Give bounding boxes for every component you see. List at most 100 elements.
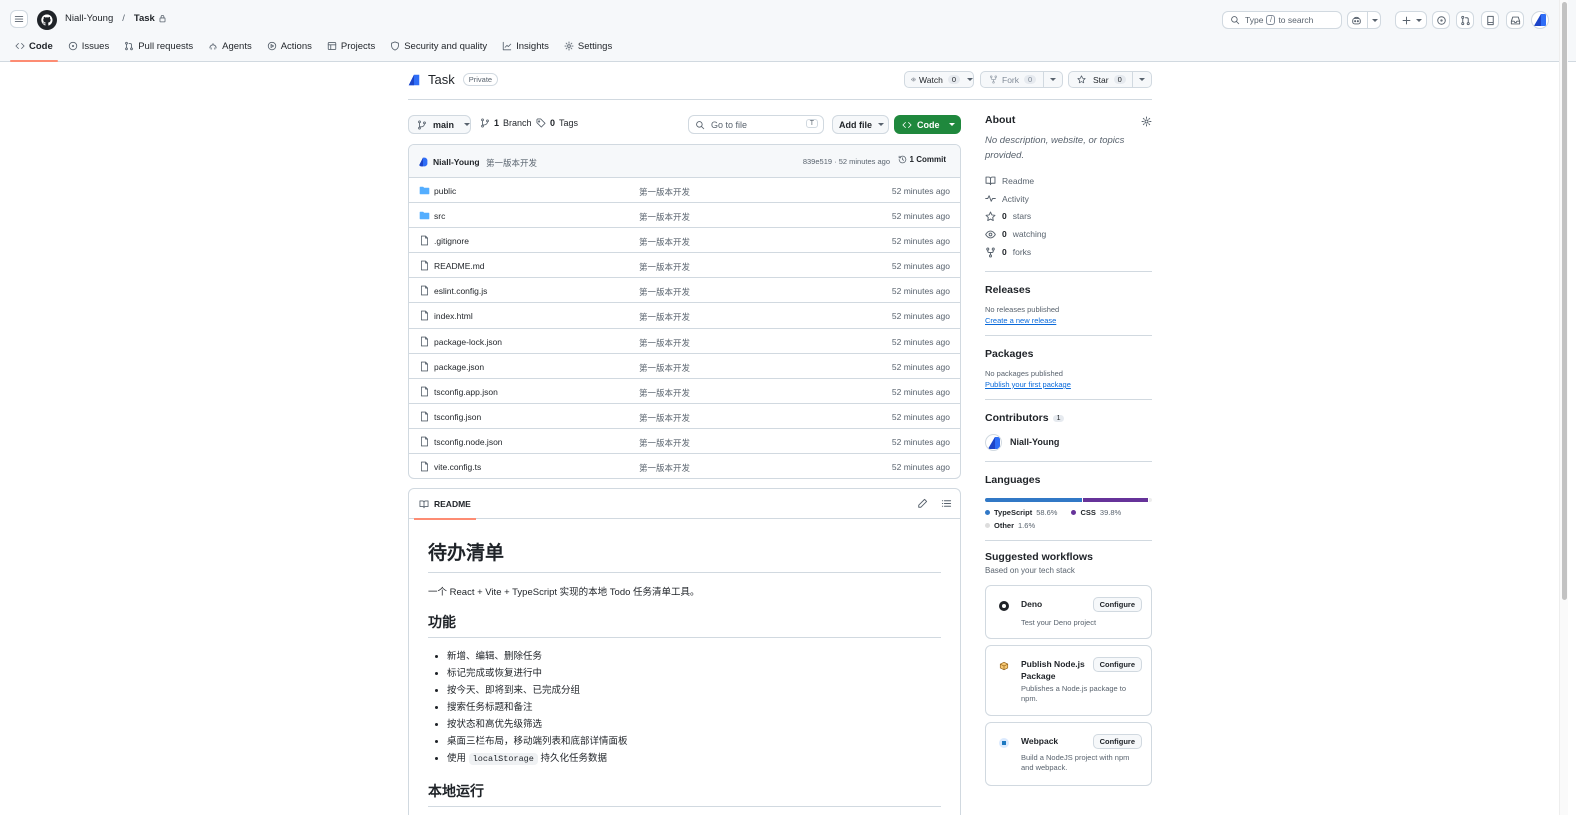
repositories-button[interactable]	[1481, 11, 1499, 29]
file-commit-message[interactable]: 第一版本开发	[639, 261, 690, 273]
file-commit-message[interactable]: 第一版本开发	[639, 362, 690, 374]
tab-insights[interactable]: Insights	[497, 38, 554, 62]
stars-link[interactable]: 0 stars	[985, 208, 1152, 226]
packages-heading[interactable]: Packages	[985, 348, 1152, 360]
github-logo-icon[interactable]	[37, 10, 57, 30]
tab-projects[interactable]: Projects	[322, 38, 380, 62]
user-avatar[interactable]	[1531, 11, 1549, 29]
file-commit-message[interactable]: 第一版本开发	[639, 236, 690, 248]
file-name[interactable]: vite.config.ts	[434, 462, 481, 472]
commit-author-avatar[interactable]	[418, 157, 428, 167]
edit-about-button[interactable]	[1141, 116, 1152, 127]
readme-tab[interactable]: README	[414, 489, 476, 520]
configure-button[interactable]: Configure	[1092, 656, 1142, 672]
branch-selector[interactable]: main	[408, 115, 471, 134]
configure-button[interactable]: Configure	[1092, 733, 1142, 749]
menu-button[interactable]	[10, 10, 28, 28]
file-name[interactable]: public	[434, 186, 456, 196]
fork-menu-toggle[interactable]	[1043, 72, 1062, 87]
list-outline-icon[interactable]	[941, 498, 952, 509]
tab-settings[interactable]: Settings	[559, 38, 617, 62]
commit-history-link[interactable]: 1 Commit	[898, 155, 946, 164]
table-row[interactable]: vite.config.ts 第一版本开发 52 minutes ago	[409, 454, 960, 478]
file-commit-message[interactable]: 第一版本开发	[639, 462, 690, 474]
configure-button[interactable]: Configure	[1092, 596, 1142, 612]
file-name[interactable]: eslint.config.js	[434, 286, 487, 296]
table-row[interactable]: index.html 第一版本开发 52 minutes ago	[409, 303, 960, 329]
deno-icon	[999, 600, 1009, 611]
copilot-button[interactable]	[1347, 11, 1381, 29]
go-to-file-input[interactable]: Go to file T	[688, 115, 824, 134]
repo-name[interactable]: Task	[428, 72, 455, 87]
inbox-button[interactable]	[1506, 11, 1524, 29]
table-row[interactable]: src 第一版本开发 52 minutes ago	[409, 203, 960, 229]
watch-button[interactable]: Watch 0	[904, 71, 974, 88]
code-button[interactable]: Code	[894, 115, 961, 134]
table-row[interactable]: eslint.config.js 第一版本开发 52 minutes ago	[409, 278, 960, 304]
table-row[interactable]: README.md 第一版本开发 52 minutes ago	[409, 253, 960, 279]
commit-sha-time[interactable]: 839e519 · 52 minutes ago	[803, 157, 890, 166]
file-commit-message[interactable]: 第一版本开发	[639, 412, 690, 424]
page-scrollbar[interactable]	[1559, 0, 1568, 815]
star-menu-toggle[interactable]	[1132, 72, 1151, 87]
pencil-icon[interactable]	[917, 498, 928, 509]
file-name[interactable]: index.html	[434, 311, 473, 321]
contributor-item[interactable]: Niall-Young	[985, 433, 1152, 451]
file-commit-message[interactable]: 第一版本开发	[639, 211, 690, 223]
create-release-link[interactable]: Create a new release	[985, 316, 1152, 325]
watching-link[interactable]: 0 watching	[985, 225, 1152, 243]
copilot-menu-toggle[interactable]	[1366, 12, 1378, 28]
file-commit-message[interactable]: 第一版本开发	[639, 437, 690, 449]
publish-package-link[interactable]: Publish your first package	[985, 380, 1152, 389]
table-row[interactable]: public 第一版本开发 52 minutes ago	[409, 178, 960, 204]
file-name[interactable]: tsconfig.json	[434, 412, 481, 422]
tab-security[interactable]: Security and quality	[385, 38, 492, 62]
tab-agents[interactable]: Agents	[203, 38, 257, 62]
file-commit-message[interactable]: 第一版本开发	[639, 186, 690, 198]
table-row[interactable]: package.json 第一版本开发 52 minutes ago	[409, 354, 960, 379]
tab-actions[interactable]: Actions	[262, 38, 317, 62]
add-file-button[interactable]: Add file	[832, 115, 889, 134]
file-name[interactable]: package-lock.json	[434, 337, 502, 347]
file-commit-message[interactable]: 第一版本开发	[639, 286, 690, 298]
language-item[interactable]: TypeScript 58.6%	[985, 508, 1057, 517]
scrollbar-thumb[interactable]	[1562, 2, 1567, 600]
file-commit-message[interactable]: 第一版本开发	[639, 311, 690, 323]
tab-issues[interactable]: Issues	[63, 38, 114, 62]
search-input[interactable]: Type / to search	[1222, 11, 1342, 29]
contributors-heading[interactable]: Contributors 1	[985, 412, 1152, 424]
commit-message[interactable]: 第一版本开发	[486, 157, 537, 169]
commit-author[interactable]: Niall-Young	[433, 157, 480, 167]
language-item[interactable]: CSS 39.8%	[1071, 508, 1121, 517]
file-name[interactable]: .gitignore	[434, 236, 469, 246]
fork-button[interactable]: Fork 0	[980, 71, 1063, 88]
tab-code[interactable]: Code	[10, 38, 58, 62]
create-new-button[interactable]	[1395, 11, 1427, 29]
tab-pull-requests[interactable]: Pull requests	[119, 38, 198, 62]
file-name[interactable]: README.md	[434, 261, 485, 271]
table-row[interactable]: .gitignore 第一版本开发 52 minutes ago	[409, 228, 960, 254]
packages-section: Packages No packages published Publish y…	[985, 348, 1152, 389]
language-item[interactable]: Other 1.6%	[985, 521, 1035, 530]
issues-button[interactable]	[1432, 11, 1450, 29]
activity-link[interactable]: Activity	[985, 190, 1152, 208]
releases-heading[interactable]: Releases	[985, 284, 1152, 296]
table-row[interactable]: tsconfig.app.json 第一版本开发 52 minutes ago	[409, 379, 960, 404]
file-name[interactable]: src	[434, 211, 445, 221]
table-row[interactable]: tsconfig.node.json 第一版本开发 52 minutes ago	[409, 429, 960, 455]
branches-link[interactable]: 1 Branch	[480, 118, 532, 128]
table-row[interactable]: package-lock.json 第一版本开发 52 minutes ago	[409, 329, 960, 354]
star-button[interactable]: Star 0	[1068, 71, 1152, 88]
table-row[interactable]: tsconfig.json 第一版本开发 52 minutes ago	[409, 404, 960, 429]
file-commit-message[interactable]: 第一版本开发	[639, 387, 690, 399]
breadcrumb-repo[interactable]: Task	[134, 13, 155, 24]
pull-requests-button[interactable]	[1456, 11, 1474, 29]
file-name[interactable]: tsconfig.app.json	[434, 387, 498, 397]
tags-link[interactable]: 0 Tags	[536, 118, 578, 128]
file-name[interactable]: tsconfig.node.json	[434, 437, 503, 447]
file-name[interactable]: package.json	[434, 362, 484, 372]
breadcrumb-owner[interactable]: Niall-Young	[65, 13, 113, 24]
forks-link[interactable]: 0 forks	[985, 243, 1152, 261]
file-commit-message[interactable]: 第一版本开发	[639, 337, 690, 349]
readme-link[interactable]: Readme	[985, 172, 1152, 190]
